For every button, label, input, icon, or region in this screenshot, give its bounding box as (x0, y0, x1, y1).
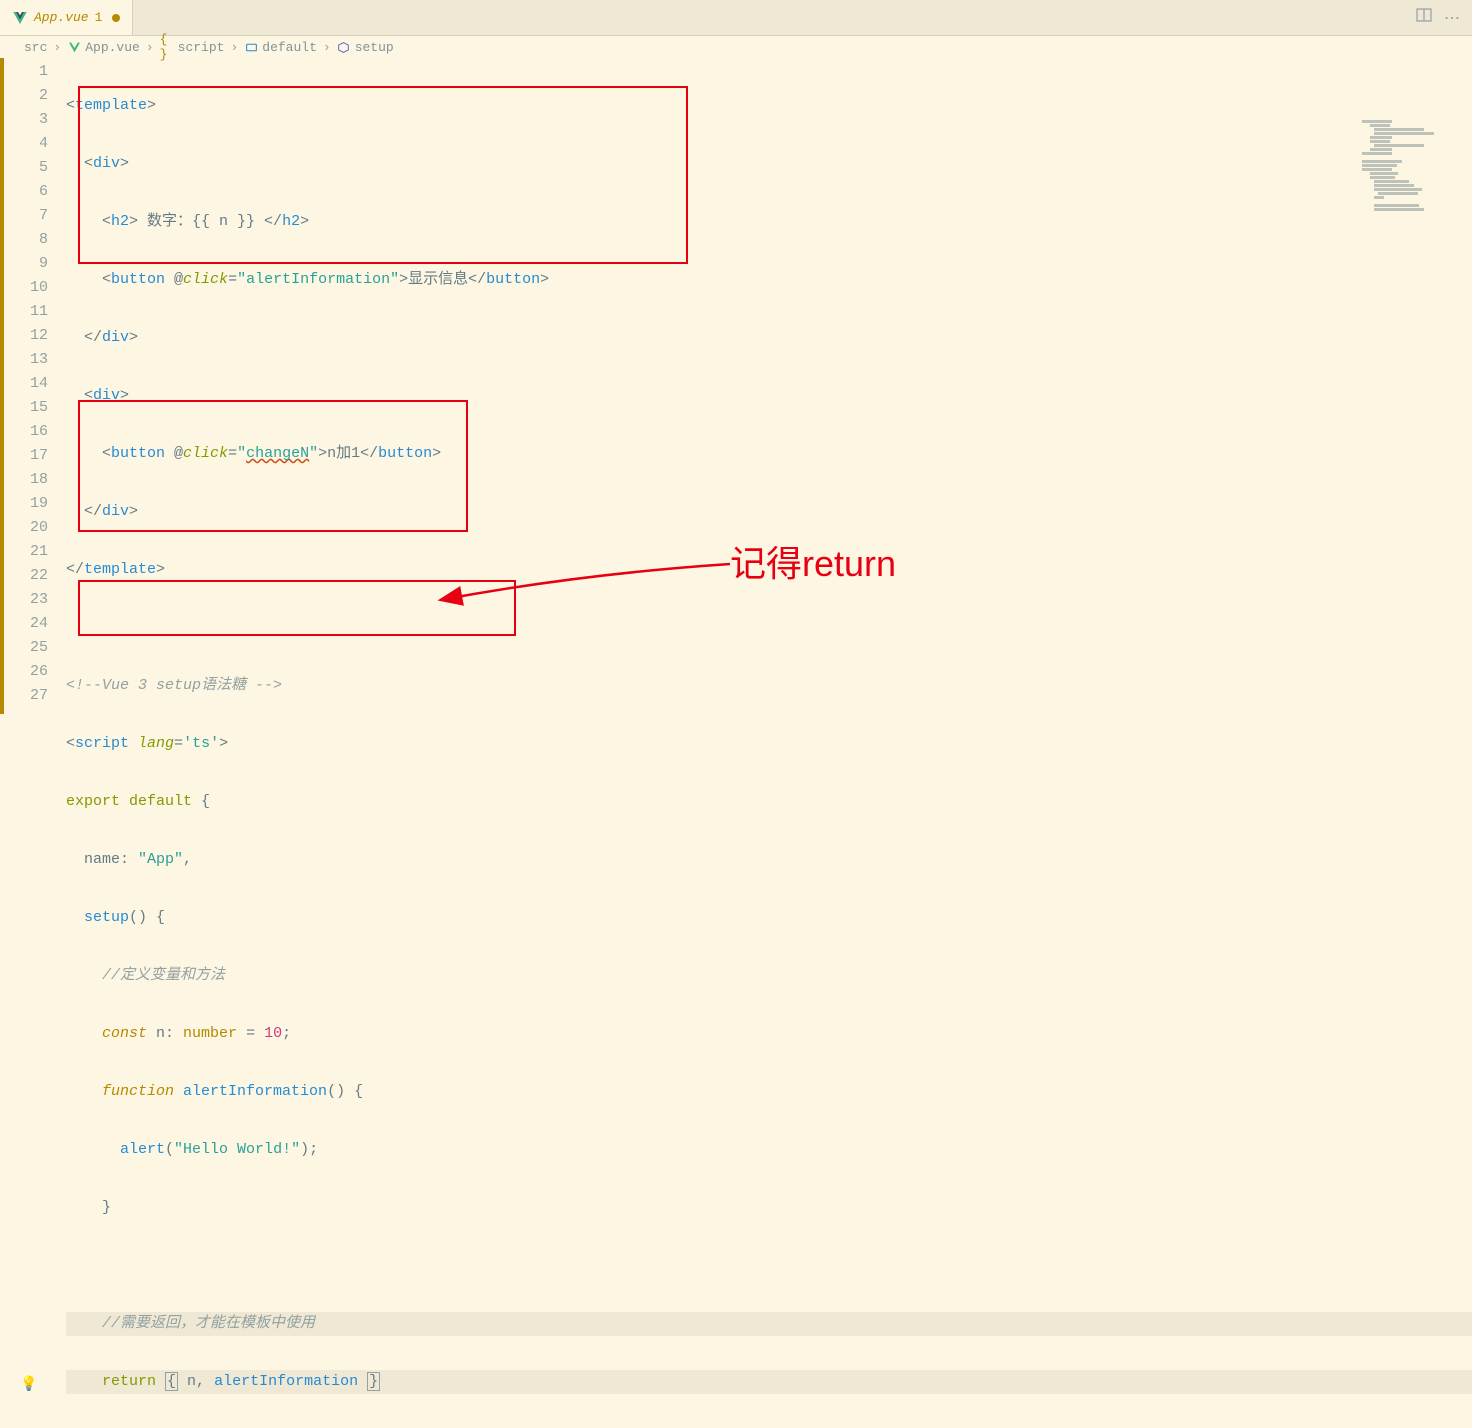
code-line[interactable]: <script lang='ts'> (66, 732, 1472, 756)
chevron-right-icon: › (53, 40, 61, 55)
code-line[interactable]: export default { (66, 790, 1472, 814)
chevron-right-icon: › (146, 40, 154, 55)
line-number: 22 (4, 564, 48, 588)
code-line[interactable]: <button @click="alertInformation">显示信息</… (66, 268, 1472, 292)
line-number: 8 (4, 228, 48, 252)
code-line[interactable]: } (66, 1196, 1472, 1220)
tab-actions: ⋯ (1404, 0, 1472, 35)
code-line[interactable]: //需要返回，才能在模板中使用 (66, 1312, 1472, 1336)
breadcrumb-item[interactable]: src (24, 40, 47, 55)
line-number: 4 (4, 132, 48, 156)
line-number: 20 (4, 516, 48, 540)
line-number: 11 (4, 300, 48, 324)
vue-icon (67, 40, 81, 54)
line-number: 10 (4, 276, 48, 300)
line-number: 24 (4, 612, 48, 636)
tab-bar: App.vue 1 ⋯ (0, 0, 1472, 36)
code-line[interactable]: <button @click="changeN">n加1</button> (66, 442, 1472, 466)
code-line[interactable]: <div> (66, 152, 1472, 176)
code-line[interactable]: setup() { (66, 906, 1472, 930)
code-line[interactable]: 💡 return { n, alertInformation } (66, 1370, 1472, 1394)
symbol-icon (244, 40, 258, 54)
code-line[interactable] (66, 1254, 1472, 1278)
code-line[interactable]: //定义变量和方法 (66, 964, 1472, 988)
line-number: 23 (4, 588, 48, 612)
code-line[interactable]: <template> (66, 94, 1472, 118)
code-line[interactable] (66, 616, 1472, 640)
line-number: 16 (4, 420, 48, 444)
tab-label: App.vue (34, 10, 89, 25)
line-number: 5 (4, 156, 48, 180)
code-content[interactable]: <template> <div> <h2> 数字：{{ n }} </h2> <… (66, 58, 1472, 714)
gutter: 1 2 3 4 5 6 7 8 9 10 11 12 13 14 15 16 1… (4, 58, 66, 714)
line-number: 13 (4, 348, 48, 372)
tab-modified-count: 1 (95, 10, 103, 25)
editor-area: 1 2 3 4 5 6 7 8 9 10 11 12 13 14 15 16 1… (0, 58, 1472, 714)
line-number: 3 (4, 108, 48, 132)
breadcrumb[interactable]: src › App.vue › { } script › default › s… (0, 36, 1472, 58)
tab-app-vue[interactable]: App.vue 1 (0, 0, 133, 35)
braces-icon: { } (160, 40, 174, 54)
vue-icon (12, 10, 28, 26)
code-line[interactable]: alert("Hello World!"); (66, 1138, 1472, 1162)
split-editor-icon[interactable] (1416, 7, 1432, 28)
line-number: 14 (4, 372, 48, 396)
code-line[interactable]: <div> (66, 384, 1472, 408)
modified-dot-icon (112, 14, 120, 22)
chevron-right-icon: › (230, 40, 238, 55)
line-number: 1 (4, 60, 48, 84)
breadcrumb-item[interactable]: App.vue (85, 40, 140, 55)
line-number: 21 (4, 540, 48, 564)
more-actions-icon[interactable]: ⋯ (1444, 8, 1460, 28)
line-number: 9 (4, 252, 48, 276)
code-line[interactable]: <!--Vue 3 setup语法糖 --> (66, 674, 1472, 698)
code-line[interactable]: <h2> 数字：{{ n }} </h2> (66, 210, 1472, 234)
lightbulb-icon[interactable]: 💡 (20, 1373, 37, 1397)
line-number: 25 (4, 636, 48, 660)
line-number: 18 (4, 468, 48, 492)
code-line[interactable]: function alertInformation() { (66, 1080, 1472, 1104)
code-line[interactable]: </div> (66, 500, 1472, 524)
chevron-right-icon: › (323, 40, 331, 55)
code-line[interactable]: </template> (66, 558, 1472, 582)
method-icon (337, 40, 351, 54)
line-number: 12 (4, 324, 48, 348)
code-line[interactable]: name: "App", (66, 848, 1472, 872)
line-number: 17 (4, 444, 48, 468)
line-number: 15 (4, 396, 48, 420)
breadcrumb-item[interactable]: default (262, 40, 317, 55)
line-number: 26 (4, 660, 48, 684)
line-number: 2 (4, 84, 48, 108)
breadcrumb-item[interactable]: script (178, 40, 225, 55)
line-number: 19 (4, 492, 48, 516)
code-line[interactable]: const n: number = 10; (66, 1022, 1472, 1046)
line-number: 7 (4, 204, 48, 228)
line-number: 6 (4, 180, 48, 204)
line-number: 27 (4, 684, 48, 708)
breadcrumb-item[interactable]: setup (355, 40, 394, 55)
code-line[interactable]: </div> (66, 326, 1472, 350)
